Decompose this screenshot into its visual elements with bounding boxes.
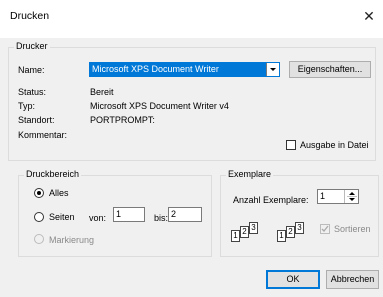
print-range-group-label: Druckbereich	[24, 169, 82, 179]
checkmark-icon	[321, 225, 329, 232]
range-from-label: von:	[89, 213, 107, 223]
location-value: PORTPROMPT:	[90, 115, 155, 125]
cancel-button[interactable]: Abbrechen	[326, 270, 379, 289]
collate-label: Sortieren	[334, 224, 371, 234]
window-title: Drucken	[10, 10, 50, 22]
status-label: Status:	[18, 87, 47, 97]
copies-count-value: 1	[320, 191, 326, 201]
printer-group-label: Drucker	[14, 41, 50, 51]
type-value: Microsoft XPS Document Writer v4	[90, 101, 229, 111]
page-icon: 2	[240, 226, 249, 238]
page-icon: 3	[295, 222, 304, 234]
comment-label: Kommentar:	[18, 130, 68, 140]
range-pages-radio[interactable]	[34, 212, 44, 222]
properties-button[interactable]: Eigenschaften...	[289, 61, 371, 78]
close-icon[interactable]: ✕	[360, 7, 378, 25]
page-icon: 1	[231, 230, 240, 242]
copies-pages-icon-1: 3 2 1	[231, 222, 271, 246]
page-icon: 2	[286, 226, 295, 238]
range-to-input[interactable]: 2	[168, 207, 202, 222]
page-icon: 1	[277, 230, 286, 242]
copies-count-label: Anzahl Exemplare:	[233, 195, 309, 205]
title-bar	[0, 0, 383, 38]
printer-name-label: Name:	[18, 65, 45, 75]
range-all-label: Alles	[49, 188, 69, 198]
page-icon: 3	[249, 222, 258, 234]
print-to-file-label: Ausgabe in Datei	[300, 140, 369, 150]
type-label: Typ:	[18, 101, 36, 111]
status-value: Bereit	[90, 87, 114, 97]
copies-group-label: Exemplare	[226, 169, 274, 179]
range-selection-radio[interactable]	[34, 234, 44, 244]
printer-select[interactable]: Microsoft XPS Document Writer	[89, 62, 280, 77]
printer-dropdown-button[interactable]	[266, 63, 279, 76]
range-all-radio[interactable]	[34, 188, 44, 198]
range-from-input[interactable]: 1	[113, 207, 145, 222]
chevron-down-icon	[270, 68, 276, 71]
printer-select-value: Microsoft XPS Document Writer	[92, 64, 219, 74]
ok-button[interactable]: OK	[266, 270, 320, 289]
copies-spinner[interactable]	[344, 190, 358, 203]
range-selection-label: Markierung	[49, 235, 95, 245]
range-pages-label: Seiten	[49, 212, 75, 222]
collate-checkbox[interactable]	[320, 224, 330, 234]
print-to-file-checkbox[interactable]	[286, 140, 296, 150]
location-label: Standort:	[18, 115, 55, 125]
spinner-arrows-icon	[347, 192, 357, 201]
range-to-label: bis:	[154, 213, 169, 223]
copies-pages-icon-2: 3 2 1	[277, 222, 317, 246]
